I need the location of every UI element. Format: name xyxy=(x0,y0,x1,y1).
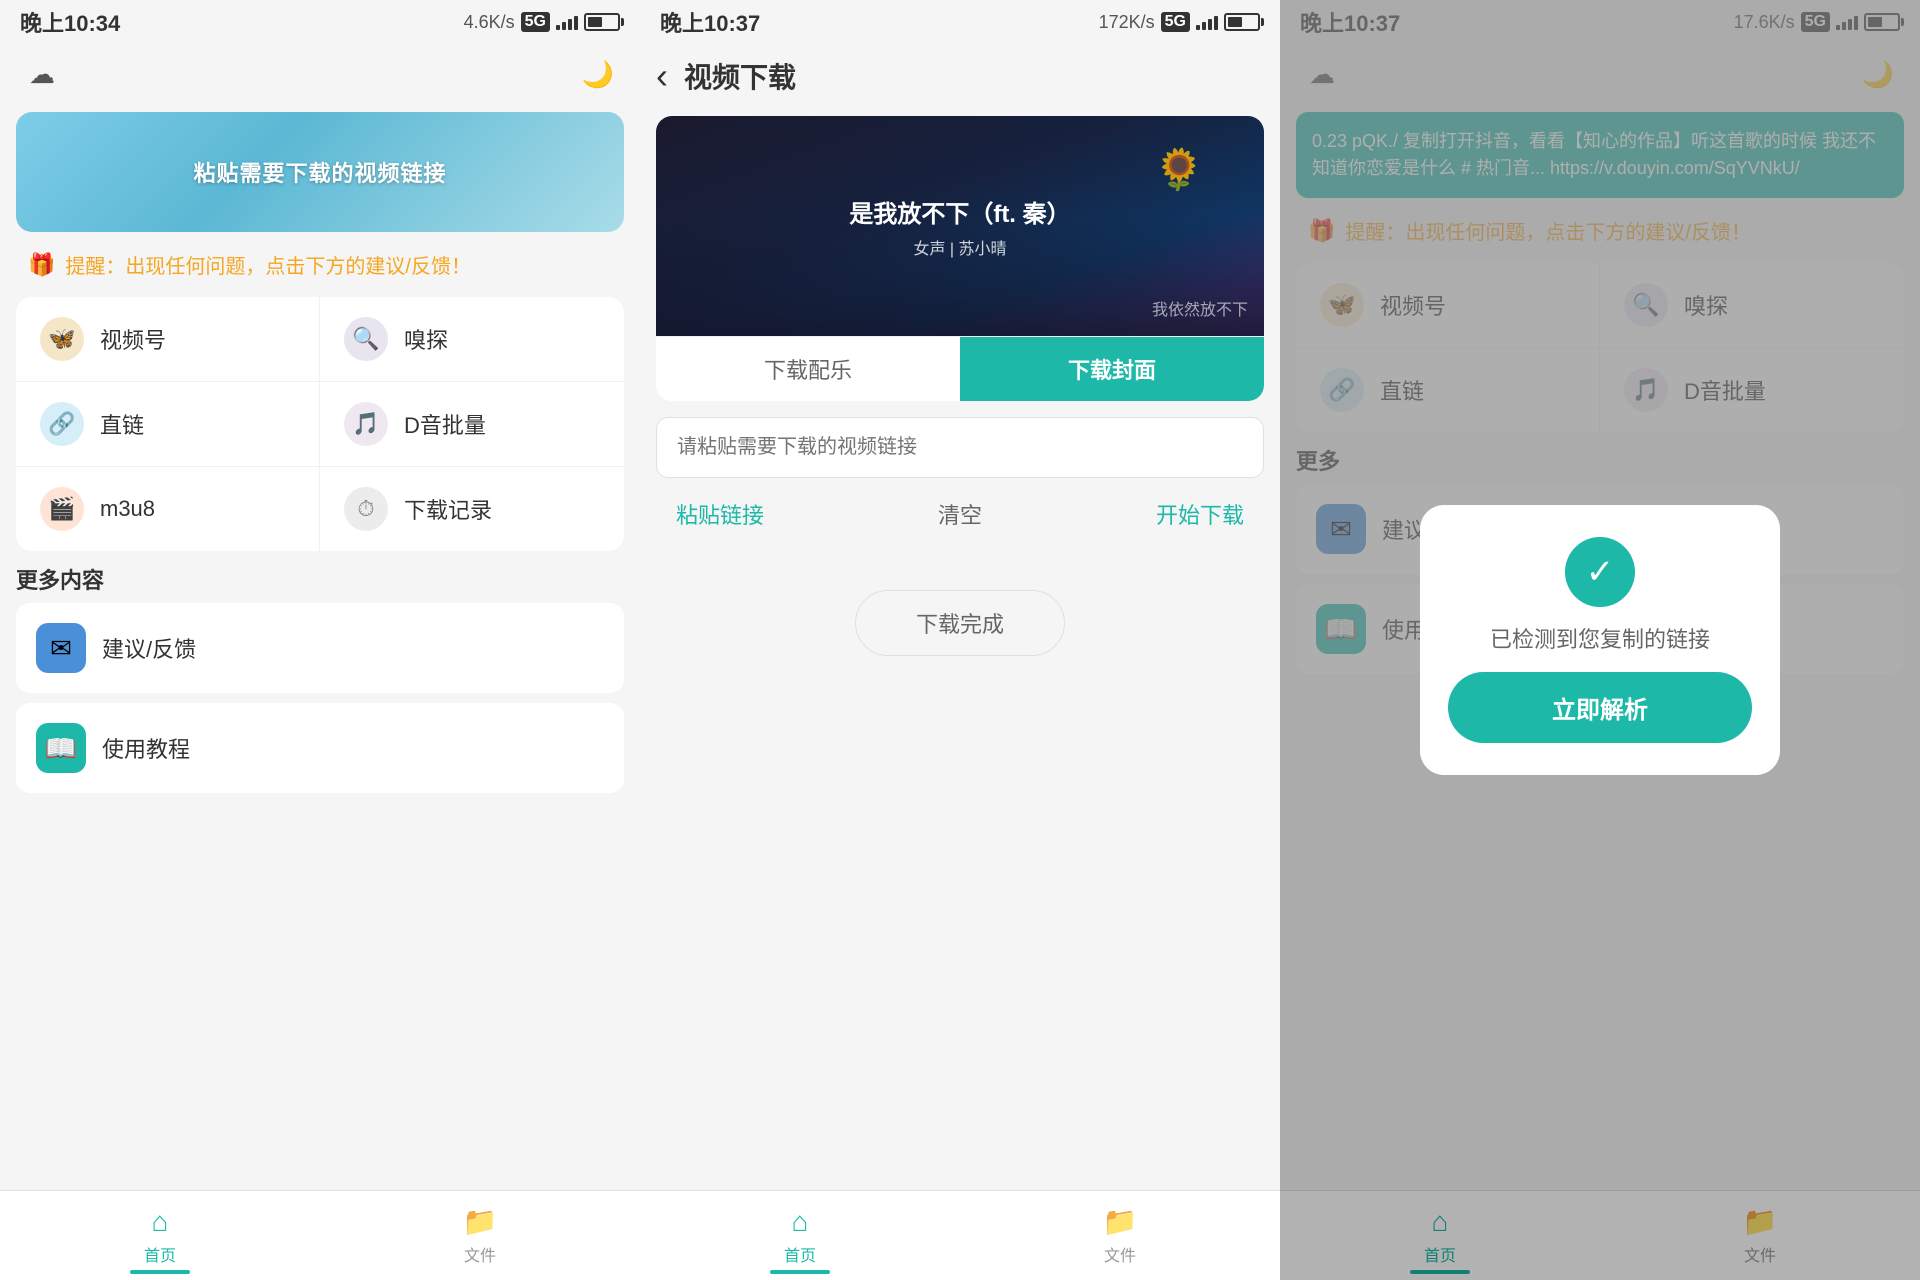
status-info-2: 172K/s 5G xyxy=(1099,12,1260,33)
video-title-2: 是我放不下（ft. 秦） xyxy=(849,194,1070,229)
network-speed-2: 172K/s xyxy=(1099,12,1155,33)
paste-btn-2[interactable]: 粘贴链接 xyxy=(676,498,764,530)
notice-text-1: 提醒：出现任何问题，点击下方的建议/反馈！ xyxy=(65,250,471,279)
theme-icon-1[interactable]: 🌙 xyxy=(576,52,620,96)
dialog-check-icon-3: ✓ xyxy=(1565,537,1635,607)
tab-bar-2: 下载配乐 下载封面 xyxy=(656,336,1264,401)
home-nav-label-2: 首页 xyxy=(784,1242,816,1266)
video-thumbnail-2: 🌻 是我放不下（ft. 秦） 女声 | 苏小晴 我依然放不下 xyxy=(656,116,1264,336)
notice-icon-1: 🎁 xyxy=(28,252,55,278)
page-header-2: ‹ 视频下载 xyxy=(640,44,1280,108)
dyin-label-1: D音批量 xyxy=(404,408,486,440)
signal-label-2: 5G xyxy=(1161,12,1190,32)
grid-item-sousuo-1[interactable]: 🔍 嗅探 xyxy=(320,297,624,382)
files-nav-label-1: 文件 xyxy=(464,1242,496,1266)
bottom-nav-2: ⌂ 首页 📁 文件 xyxy=(640,1190,1280,1280)
status-time-2: 晚上10:37 xyxy=(660,6,760,38)
tutorial-icon-1: 📖 xyxy=(36,723,86,773)
sousuo-icon-1: 🔍 xyxy=(344,317,388,361)
status-time-1: 晚上10:34 xyxy=(20,6,120,38)
home-header-1: ☁ 🌙 xyxy=(0,44,640,104)
tab-cover-2[interactable]: 下载封面 xyxy=(960,337,1264,401)
clear-btn-2[interactable]: 清空 xyxy=(938,498,982,530)
phone1-screen: 晚上10:34 4.6K/s 5G ☁ 🌙 粘贴需要下载的视频链接 🎁 提醒：出… xyxy=(0,0,640,1280)
files-nav-label-2: 文件 xyxy=(1104,1242,1136,1266)
sousuo-label-1: 嗅探 xyxy=(404,323,448,355)
grid-item-history-1[interactable]: ⏱ 下载记录 xyxy=(320,467,624,551)
more-section-1: 更多内容 ✉ 建议/反馈 📖 使用教程 xyxy=(16,563,624,793)
home-nav-icon-1: ⌂ xyxy=(152,1206,169,1238)
history-label-1: 下载记录 xyxy=(404,493,492,525)
more-title-1: 更多内容 xyxy=(16,563,624,595)
nav-files-1[interactable]: 📁 文件 xyxy=(320,1191,640,1280)
phone3-screen: 晚上10:37 17.6K/s 5G ☁ 🌙 0.23 pQK./ 复制打开抖音… xyxy=(1280,0,1920,1280)
m3u8-icon-1: 🎬 xyxy=(40,487,84,531)
grid-item-dyin-1[interactable]: 🎵 D音批量 xyxy=(320,382,624,467)
tutorial-item-1[interactable]: 📖 使用教程 xyxy=(16,703,624,793)
nav-indicator-2 xyxy=(770,1270,830,1274)
grid-section-1: 🦋 视频号 🔍 嗅探 🔗 直链 🎵 D音批量 🎬 m3u8 ⏱ 下载记录 xyxy=(16,297,624,551)
grid-item-m3u8-1[interactable]: 🎬 m3u8 xyxy=(16,467,320,551)
signal-bars-1 xyxy=(556,14,578,30)
network-speed-1: 4.6K/s xyxy=(464,12,515,33)
grid-item-zhilian-1[interactable]: 🔗 直链 xyxy=(16,382,320,467)
input-section-2 xyxy=(656,417,1264,478)
files-nav-icon-2: 📁 xyxy=(1103,1205,1138,1238)
battery-1 xyxy=(584,13,620,31)
status-info-1: 4.6K/s 5G xyxy=(464,12,620,33)
phone2-screen: 晚上10:37 172K/s 5G ‹ 视频下载 🌻 是我放不下（ft. 秦） … xyxy=(640,0,1280,1280)
feedback-label-1: 建议/反馈 xyxy=(102,632,196,664)
url-input-2[interactable] xyxy=(656,417,1264,478)
tutorial-label-1: 使用教程 xyxy=(102,732,190,764)
weixin-icon-1: 🦋 xyxy=(40,317,84,361)
dyin-icon-1: 🎵 xyxy=(344,402,388,446)
nav-indicator-1 xyxy=(130,1270,190,1274)
files-nav-icon-1: 📁 xyxy=(463,1205,498,1238)
tab-music-2[interactable]: 下载配乐 xyxy=(656,337,960,401)
battery-2 xyxy=(1224,13,1260,31)
zhilian-label-1: 直链 xyxy=(100,408,144,440)
nav-home-2[interactable]: ⌂ 首页 xyxy=(640,1191,960,1280)
upload-icon-1[interactable]: ☁ xyxy=(20,52,64,96)
weixin-label-1: 视频号 xyxy=(100,323,166,355)
m3u8-label-1: m3u8 xyxy=(100,496,155,522)
video-card-2: 🌻 是我放不下（ft. 秦） 女声 | 苏小晴 我依然放不下 下载配乐 下载封面 xyxy=(656,116,1264,401)
download-complete-btn-2[interactable]: 下载完成 xyxy=(855,590,1065,656)
flower-icon-2: 🌻 xyxy=(1154,146,1204,193)
grid-item-weixin-1[interactable]: 🦋 视频号 xyxy=(16,297,320,382)
zhilian-icon-1: 🔗 xyxy=(40,402,84,446)
feedback-item-1[interactable]: ✉ 建议/反馈 xyxy=(16,603,624,693)
status-bar-1: 晚上10:34 4.6K/s 5G xyxy=(0,0,640,44)
banner-text-1: 粘贴需要下载的视频链接 xyxy=(193,156,446,188)
download-complete-area-2: 下载完成 xyxy=(640,550,1280,696)
feedback-icon-1: ✉ xyxy=(36,623,86,673)
home-nav-label-1: 首页 xyxy=(144,1242,176,1266)
banner-1[interactable]: 粘贴需要下载的视频链接 xyxy=(16,112,624,232)
nav-files-2[interactable]: 📁 文件 xyxy=(960,1191,1280,1280)
notice-bar-1: 🎁 提醒：出现任何问题，点击下方的建议/反馈！ xyxy=(16,242,624,287)
dialog-parse-btn-3[interactable]: 立即解析 xyxy=(1448,672,1752,743)
page-title-2: 视频下载 xyxy=(684,56,796,96)
history-icon-1: ⏱ xyxy=(344,487,388,531)
back-button-2[interactable]: ‹ xyxy=(656,55,668,97)
dialog-overlay-3[interactable]: ✓ 已检测到您复制的链接 立即解析 xyxy=(1280,0,1920,1280)
status-bar-2: 晚上10:37 172K/s 5G xyxy=(640,0,1280,44)
scroll-content-2[interactable]: 🌻 是我放不下（ft. 秦） 女声 | 苏小晴 我依然放不下 下载配乐 下载封面… xyxy=(640,108,1280,1280)
signal-label-1: 5G xyxy=(521,12,550,32)
video-watermark-2: 我依然放不下 xyxy=(1152,296,1248,320)
action-buttons-2: 粘贴链接 清空 开始下载 xyxy=(656,498,1264,530)
video-subtitle-2: 女声 | 苏小晴 xyxy=(913,235,1006,259)
dialog-text-3: 已检测到您复制的链接 xyxy=(1490,623,1710,656)
home-nav-icon-2: ⌂ xyxy=(792,1206,809,1238)
bottom-nav-1: ⌂ 首页 📁 文件 xyxy=(0,1190,640,1280)
dialog-card-3: ✓ 已检测到您复制的链接 立即解析 xyxy=(1420,505,1780,775)
signal-bars-2 xyxy=(1196,14,1218,30)
download-btn-2[interactable]: 开始下载 xyxy=(1156,498,1244,530)
nav-home-1[interactable]: ⌂ 首页 xyxy=(0,1191,320,1280)
scroll-content-1[interactable]: 粘贴需要下载的视频链接 🎁 提醒：出现任何问题，点击下方的建议/反馈！ 🦋 视频… xyxy=(0,104,640,1280)
